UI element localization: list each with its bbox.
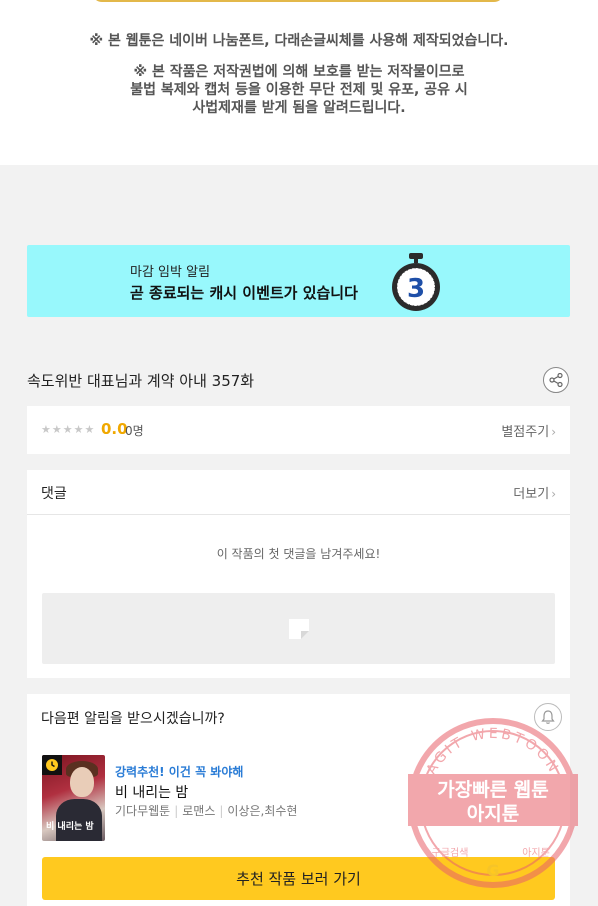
view-recommendation-button[interactable]: 추천 작품 보러 가기 bbox=[42, 857, 555, 900]
bell-icon bbox=[541, 710, 555, 724]
recommend-tag: 강력추천! 이건 꼭 봐야해 bbox=[115, 765, 244, 779]
image-placeholder-icon bbox=[289, 619, 309, 639]
svg-text:3: 3 bbox=[407, 274, 425, 304]
rating-score: 0.0 bbox=[101, 420, 128, 438]
comment-more-button[interactable]: 더보기 › bbox=[513, 483, 556, 502]
rate-button[interactable]: 별점주기 › bbox=[501, 421, 556, 440]
next-episode-question: 다음편 알림을 받으시겠습니까? bbox=[41, 711, 225, 727]
next-episode-card: 다음편 알림을 받으시겠습니까? 비 내리는 밤 강력추천! 이건 꼭 봐야해 … bbox=[27, 694, 570, 906]
recommend-thumbnail[interactable]: 비 내리는 밤 bbox=[42, 755, 105, 841]
share-icon bbox=[549, 373, 563, 387]
rating-card: ★★★★★ 0.0 0명 별점주기 › bbox=[27, 406, 570, 454]
chevron-right-icon: › bbox=[551, 487, 556, 501]
comment-section: 댓글 더보기 › 이 작품의 첫 댓글을 남겨주세요! bbox=[27, 470, 570, 678]
comment-empty-message: 이 작품의 첫 댓글을 남겨주세요! bbox=[216, 547, 381, 561]
rate-label: 별점주기 bbox=[501, 425, 550, 440]
comment-header: 댓글 더보기 › bbox=[27, 470, 570, 515]
meta-authors: 이상은,최수현 bbox=[227, 804, 298, 818]
copyright-line: 불법 복제와 캡처 등을 이용한 무단 전제 및 유포, 공유 시 bbox=[130, 82, 468, 98]
thumb-title: 비 내리는 밤 bbox=[46, 822, 94, 832]
top-button-edge[interactable] bbox=[92, 0, 504, 2]
more-label: 더보기 bbox=[513, 487, 550, 502]
copyright-line: ※ 본 작품은 저작권법에 의해 보호를 받는 저작물이므로 bbox=[133, 64, 465, 80]
wait-free-badge bbox=[42, 755, 62, 775]
copyright-notice: ※ 본 작품은 저작권법에 의해 보호를 받는 저작물이므로 불법 복제와 캡처… bbox=[0, 63, 598, 117]
notice-section: ※ 본 웹툰은 네이버 나눔폰트, 다래손글씨체를 사용해 제작되었습니다. ※… bbox=[0, 0, 598, 165]
recommend-meta: 기다무웹툰 | 로맨스 | 이상은,최수현 bbox=[115, 802, 297, 819]
recommend-title[interactable]: 비 내리는 밤 bbox=[115, 782, 188, 802]
clock-icon bbox=[46, 759, 58, 771]
rating-count: 0명 bbox=[125, 424, 144, 438]
comment-input-area[interactable] bbox=[42, 593, 555, 664]
notification-toggle[interactable] bbox=[534, 703, 562, 731]
banner-subtitle: 마감 임박 알림 bbox=[130, 265, 211, 280]
stopwatch-icon: 3 bbox=[392, 253, 440, 311]
meta-genre: 로맨스 bbox=[182, 804, 216, 818]
thumb-art bbox=[70, 767, 94, 797]
episode-title: 속도위반 대표님과 계약 아내 357화 bbox=[27, 372, 255, 390]
meta-separator: | bbox=[174, 804, 179, 818]
meta-category: 기다무웹툰 bbox=[115, 804, 171, 818]
rating-stars: ★★★★★ bbox=[41, 423, 96, 436]
chevron-right-icon: › bbox=[551, 425, 556, 439]
font-notice: ※ 본 웹툰은 네이버 나눔폰트, 다래손글씨체를 사용해 제작되었습니다. bbox=[89, 33, 509, 49]
cash-event-banner[interactable]: 마감 임박 알림 곧 종료되는 캐시 이벤트가 있습니다 3 bbox=[27, 245, 570, 317]
copyright-line: 사법제재를 받게 됨을 알려드립니다. bbox=[192, 100, 406, 116]
meta-separator: | bbox=[219, 804, 224, 818]
comment-label: 댓글 bbox=[41, 486, 67, 502]
share-button[interactable] bbox=[543, 367, 569, 393]
banner-title: 곧 종료되는 캐시 이벤트가 있습니다 bbox=[130, 284, 358, 302]
